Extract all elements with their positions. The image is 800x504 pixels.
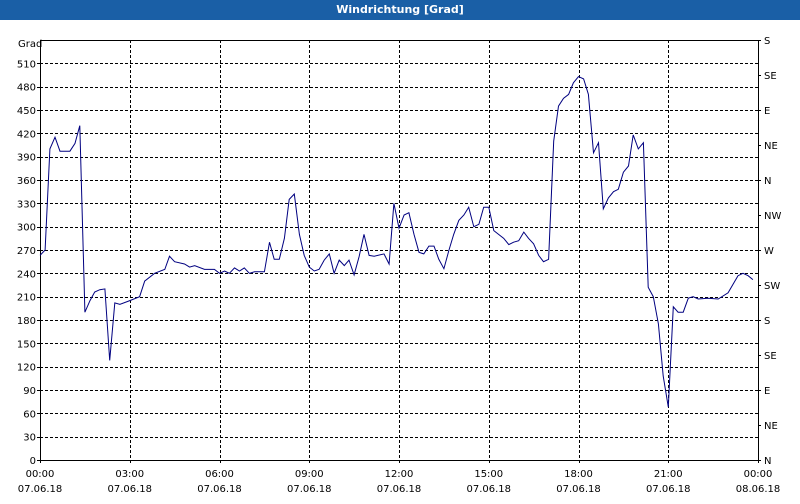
y-tick-label: 450	[17, 106, 36, 117]
y-tick-label: 210	[17, 293, 36, 304]
y-tick-label: 120	[17, 363, 36, 374]
wind-direction-chart: Grad 0 30 60 90 120 150 180 210 240 270 300 330 360 3…	[17, 36, 782, 495]
chart-area: Grad 0 30 60 90 120 150 180 210 240 270 300 330 360 3…	[0, 20, 800, 500]
y-tick-label: 420	[17, 129, 36, 140]
right-axis-label: NE	[764, 421, 778, 432]
x-tick-date: 07.06.18	[646, 484, 691, 495]
x-tick-time: 06:00	[205, 469, 234, 480]
right-axis-label: SE	[764, 351, 777, 362]
x-tick-date: 07.06.18	[107, 484, 152, 495]
x-tick-date: 07.06.18	[197, 484, 242, 495]
x-tick-date: 08.06.18	[736, 484, 781, 495]
x-tick-date: 07.06.18	[556, 484, 601, 495]
y-axis-label: Grad	[18, 39, 42, 50]
x-tick-date: 07.06.18	[287, 484, 332, 495]
x-tick-time: 12:00	[385, 469, 414, 480]
y-tick-labels: 0 30 60 90 120 150 180 210 240 270 300 330 360 390 420…	[17, 59, 40, 467]
y-tick-label: 360	[17, 176, 36, 187]
y-tick-label: 60	[23, 409, 36, 420]
x-tick-time: 15:00	[474, 469, 503, 480]
x-tick-date: 07.06.18	[377, 484, 422, 495]
right-axis-label: S	[764, 36, 770, 47]
x-tick-labels: 00:00 07.06.18 03:00 07.06.18 06:00 07.06.18 0…	[18, 460, 781, 495]
x-tick-time: 21:00	[654, 469, 683, 480]
right-axis-label: E	[764, 386, 770, 397]
y-tick-label: 510	[17, 59, 36, 70]
right-axis-label: NE	[764, 141, 778, 152]
y-tick-label: 300	[17, 223, 36, 234]
x-tick-date: 07.06.18	[466, 484, 511, 495]
y-tick-label: 480	[17, 83, 36, 94]
right-axis-label: N	[764, 176, 771, 187]
right-axis-label: NW	[764, 211, 781, 222]
right-axis-label: S	[764, 316, 770, 327]
window-title: Windrichtung [Grad]	[336, 3, 464, 16]
grid	[40, 40, 758, 460]
y-tick-label: 270	[17, 246, 36, 257]
x-tick-date: 07.06.18	[18, 484, 63, 495]
right-axis-label: W	[764, 246, 774, 257]
y-tick-label: 0	[30, 456, 36, 467]
right-axis-labels: N NE E SE S SW W NW N NE E SE S	[758, 36, 781, 467]
x-tick-time: 03:00	[115, 469, 144, 480]
x-tick-time: 00:00	[26, 469, 55, 480]
right-axis-label: E	[764, 106, 770, 117]
y-tick-label: 180	[17, 316, 36, 327]
x-tick-time: 00:00	[744, 469, 773, 480]
series-line	[39, 75, 754, 408]
y-tick-label: 90	[23, 386, 36, 397]
y-tick-label: 240	[17, 269, 36, 280]
x-tick-time: 18:00	[564, 469, 593, 480]
right-axis-label: N	[764, 456, 771, 467]
y-tick-label: 30	[23, 433, 36, 444]
right-axis-label: SE	[764, 71, 777, 82]
right-axis-label: SW	[764, 281, 780, 292]
y-tick-label: 150	[17, 339, 36, 350]
x-tick-time: 09:00	[295, 469, 324, 480]
y-tick-label: 390	[17, 153, 36, 164]
y-tick-label: 330	[17, 199, 36, 210]
window-titlebar: Windrichtung [Grad]	[0, 0, 800, 20]
